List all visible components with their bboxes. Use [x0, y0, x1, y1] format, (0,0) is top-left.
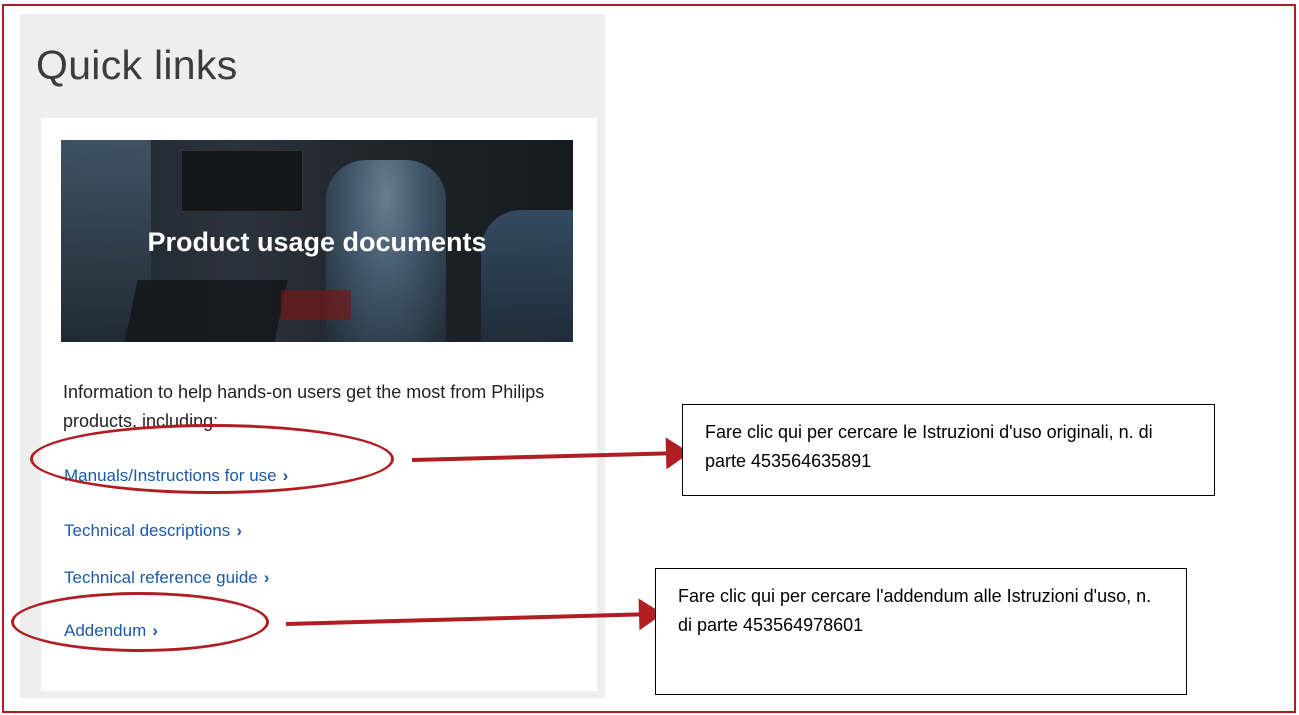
chevron-right-icon: ›: [236, 521, 242, 540]
link-technical-reference-guide[interactable]: Technical reference guide ›: [64, 568, 269, 588]
highlight-ellipse-manuals: [30, 424, 394, 494]
hero-image[interactable]: Product usage documents: [61, 140, 573, 342]
highlight-ellipse-addendum: [11, 592, 269, 652]
chevron-right-icon: ›: [263, 568, 270, 587]
link-label: Technical descriptions: [64, 521, 231, 540]
link-technical-descriptions[interactable]: Technical descriptions ›: [64, 521, 242, 541]
callout-addendum: Fare clic qui per cercare l'addendum all…: [655, 568, 1187, 695]
quick-links-title: Quick links: [36, 42, 238, 88]
hero-title: Product usage documents: [147, 227, 487, 257]
callout-manuals: Fare clic qui per cercare le Istruzioni …: [682, 404, 1215, 496]
link-label: Technical reference guide: [64, 568, 258, 587]
